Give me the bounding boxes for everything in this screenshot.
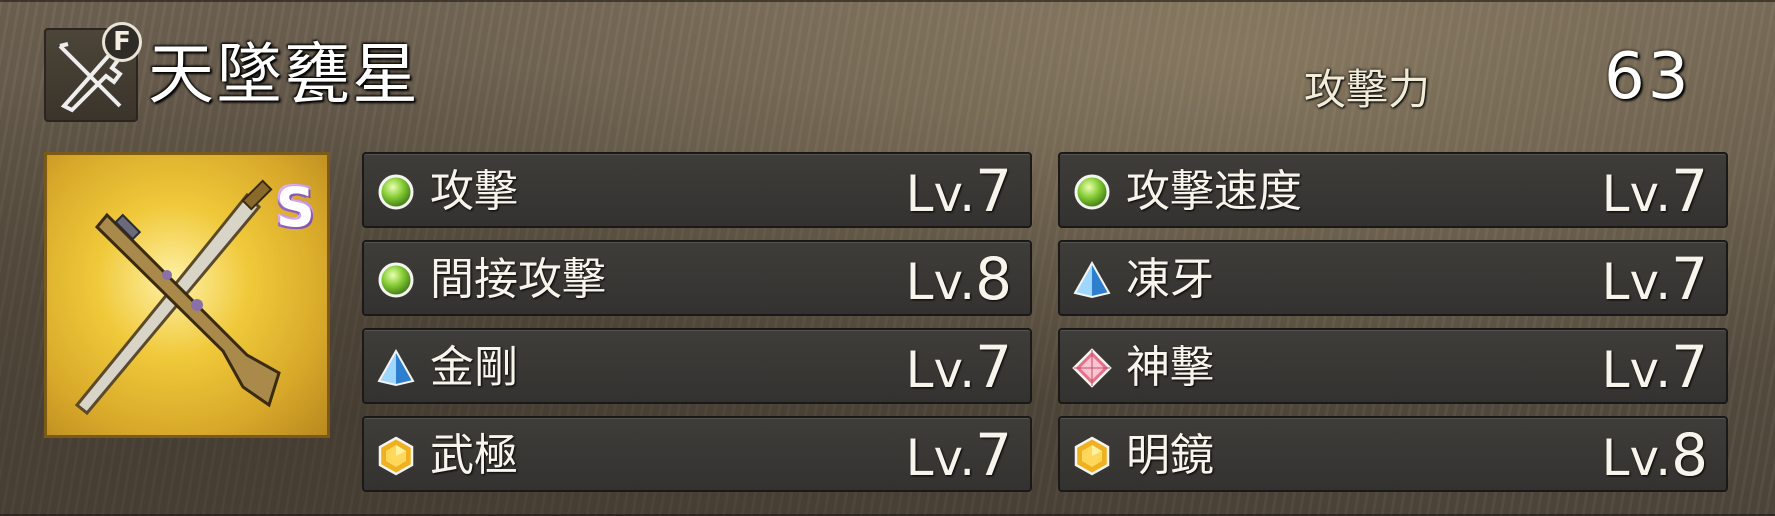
rarity-badge: S <box>276 176 315 239</box>
skill-level: Lv.8 <box>905 245 1012 313</box>
skill-slot[interactable]: 攻擊速度 Lv.7 <box>1058 152 1728 228</box>
green-orb-icon <box>378 174 414 210</box>
skill-slot[interactable]: 金剛 Lv.7 <box>362 328 1032 404</box>
attack-label: 攻擊力 <box>1304 65 1431 114</box>
weapon-header: F 天墜甕星 攻擊力 63 <box>44 18 1734 122</box>
skill-level: Lv.7 <box>905 157 1012 225</box>
pink-diamond-icon <box>1072 348 1112 388</box>
skill-slot[interactable]: 明鏡 Lv.8 <box>1058 416 1728 492</box>
weapon-name: 天墜甕星 <box>148 36 420 113</box>
skill-slot[interactable]: 間接攻擊 Lv.8 <box>362 240 1032 316</box>
skill-slot[interactable]: 攻擊 Lv.7 <box>362 152 1032 228</box>
skill-name: 武極 <box>430 430 518 481</box>
blue-pyramid-icon <box>1073 260 1111 299</box>
skill-name: 神擊 <box>1126 342 1214 393</box>
skill-name: 間接攻擊 <box>430 254 606 305</box>
green-orb-icon <box>378 262 414 298</box>
skill-level: Lv.7 <box>1601 157 1708 225</box>
skill-slot[interactable]: 凍牙 Lv.7 <box>1058 240 1728 316</box>
skill-level: Lv.7 <box>1601 333 1708 401</box>
attack-value: 63 <box>1604 40 1692 114</box>
skill-level: Lv.7 <box>1601 245 1708 313</box>
blue-pyramid-icon <box>377 348 415 387</box>
skill-name: 凍牙 <box>1126 254 1214 305</box>
gold-hexagon-icon <box>1074 436 1110 476</box>
skill-name: 明鏡 <box>1126 430 1214 481</box>
skill-name: 金剛 <box>430 342 518 393</box>
gold-hexagon-icon <box>378 436 414 476</box>
f-badge: F <box>102 22 142 62</box>
gun-blade-icon: F <box>44 22 142 122</box>
skill-level: Lv.7 <box>905 421 1012 489</box>
skill-level: Lv.8 <box>1601 421 1708 489</box>
skill-name: 攻擊 <box>430 166 518 217</box>
green-orb-icon <box>1074 174 1110 210</box>
skill-name: 攻擊速度 <box>1126 166 1302 217</box>
skill-slot[interactable]: 武極 Lv.7 <box>362 416 1032 492</box>
skill-level: Lv.7 <box>905 333 1012 401</box>
skill-slot[interactable]: 神擊 Lv.7 <box>1058 328 1728 404</box>
